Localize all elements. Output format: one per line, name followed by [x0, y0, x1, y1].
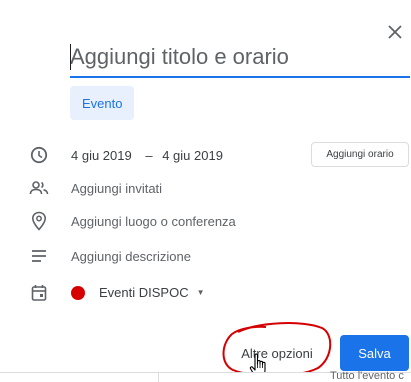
event-quick-create-dialog: Evento 4 giu 2019 – 4 giu 2019 Aggiungi …: [0, 0, 411, 381]
date-start[interactable]: 4 giu 2019: [71, 148, 132, 163]
clock-icon: [29, 145, 49, 165]
calendar-icon: [29, 283, 49, 303]
add-guests-label: Aggiungi invitati: [71, 180, 163, 196]
location-row[interactable]: Aggiungi luogo o conferenza: [0, 209, 411, 233]
calendar-select[interactable]: Eventi DISPOC ▼: [99, 285, 205, 300]
add-description-label: Aggiungi descrizione: [71, 248, 191, 264]
close-icon: [388, 25, 402, 39]
save-button[interactable]: Salva: [340, 335, 409, 371]
add-time-button[interactable]: Aggiungi orario: [311, 142, 409, 167]
calendar-color-dot: [71, 286, 85, 300]
date-range[interactable]: 4 giu 2019 – 4 giu 2019: [71, 148, 227, 163]
location-pin-icon: [29, 211, 49, 231]
description-row[interactable]: Aggiungi descrizione: [0, 244, 411, 268]
people-icon: [29, 178, 49, 198]
add-location-label: Aggiungi luogo o conferenza: [71, 213, 236, 229]
calendar-name: Eventi DISPOC: [99, 285, 189, 300]
more-options-button[interactable]: Altre opzioni: [230, 335, 324, 371]
text-caret: [70, 44, 71, 70]
background-text: Tutto l'evento c: [330, 370, 404, 382]
notes-icon: [29, 246, 49, 266]
date-separator: –: [145, 147, 153, 163]
dropdown-arrow-icon: ▼: [196, 288, 205, 297]
tab-event[interactable]: Evento: [70, 86, 135, 120]
date-end[interactable]: 4 giu 2019: [162, 148, 223, 163]
guests-row[interactable]: Aggiungi invitati: [0, 176, 411, 200]
title-input[interactable]: [70, 42, 410, 78]
close-button[interactable]: [383, 20, 407, 44]
calendar-row: [0, 281, 411, 305]
